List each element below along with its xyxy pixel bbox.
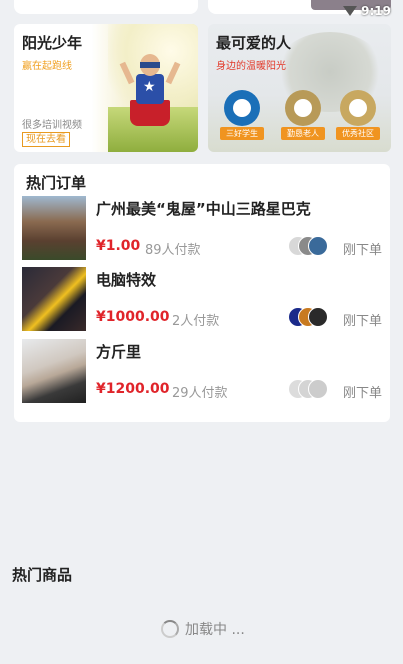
status-time: 9:19 (361, 4, 391, 18)
order-payers: 29人付款 (172, 386, 228, 401)
order-thumbnail (22, 267, 86, 331)
top-card-left[interactable] (14, 0, 198, 14)
banner-title: 最可爱的人 (216, 34, 292, 52)
banner-title: 阳光少年 (22, 34, 83, 52)
order-item[interactable]: 电脑特效 ¥1000.00 2人付款 刚下单 (22, 267, 382, 331)
status-bar: 9:19 (343, 4, 391, 18)
banner-subtitle: 赢在起跑线 (22, 61, 72, 72)
banner-subtitle: 身边的温暖阳光 (216, 61, 286, 72)
loading-indicator: 加载中 ... (161, 619, 245, 639)
order-payers: 89人付款 (145, 243, 201, 258)
order-payers: 2人付款 (172, 314, 220, 329)
badge-good-student[interactable]: 三好学生 (220, 90, 264, 140)
order-status: 刚下单 (342, 243, 382, 258)
order-item[interactable]: 广州最美“鬼屋”中山三路星巴克 ¥1.00 89人付款 刚下单 (22, 196, 382, 260)
order-status: 刚下单 (342, 386, 382, 401)
buyer-avatars (288, 379, 332, 401)
order-name: 电脑特效 (96, 271, 157, 289)
medal-icon (285, 90, 321, 126)
order-thumbnail (22, 196, 86, 260)
loading-text: 加载中 ... (185, 622, 245, 638)
order-name: 广州最美“鬼屋”中山三路星巴克 (96, 200, 311, 218)
section-title: 热门订单 (26, 174, 87, 192)
badge-label: 优秀社区 (336, 127, 380, 140)
hot-goods-title: 热门商品 (12, 566, 73, 584)
order-price: ¥1000.00 (96, 309, 170, 325)
badge-excellent-community[interactable]: 优秀社区 (336, 90, 380, 140)
buyer-avatars (288, 236, 332, 258)
banner-loveliest-people[interactable]: 最可爱的人 身边的温暖阳光 三好学生 勤恳老人 优秀社区 (208, 24, 391, 152)
superhero-kid-image: ★ (119, 54, 181, 144)
buyer-avatars (288, 307, 332, 329)
spinner-icon (161, 620, 179, 638)
banner-sunshine-youth[interactable]: ★ 阳光少年 赢在起跑线 很多培训视频 现在去看 (14, 24, 198, 152)
badge-label: 三好学生 (220, 127, 264, 140)
wifi-icon (343, 6, 358, 16)
badge-label: 勤恳老人 (281, 127, 325, 140)
order-status: 刚下单 (342, 314, 382, 329)
order-name: 方斤里 (96, 343, 142, 361)
order-item[interactable]: 方斤里 ¥1200.00 29人付款 刚下单 (22, 339, 382, 403)
banner-description: 很多培训视频 (22, 120, 82, 131)
order-price: ¥1200.00 (96, 381, 170, 397)
hot-orders-card: 热门订单 广州最美“鬼屋”中山三路星巴克 ¥1.00 89人付款 刚下单 电脑特… (14, 164, 390, 422)
badge-diligent-elder[interactable]: 勤恳老人 (281, 90, 325, 140)
order-thumbnail (22, 339, 86, 403)
medal-icon (224, 90, 260, 126)
order-price: ¥1.00 (96, 238, 141, 254)
watch-now-button[interactable]: 现在去看 (22, 132, 70, 147)
medal-icon (340, 90, 376, 126)
